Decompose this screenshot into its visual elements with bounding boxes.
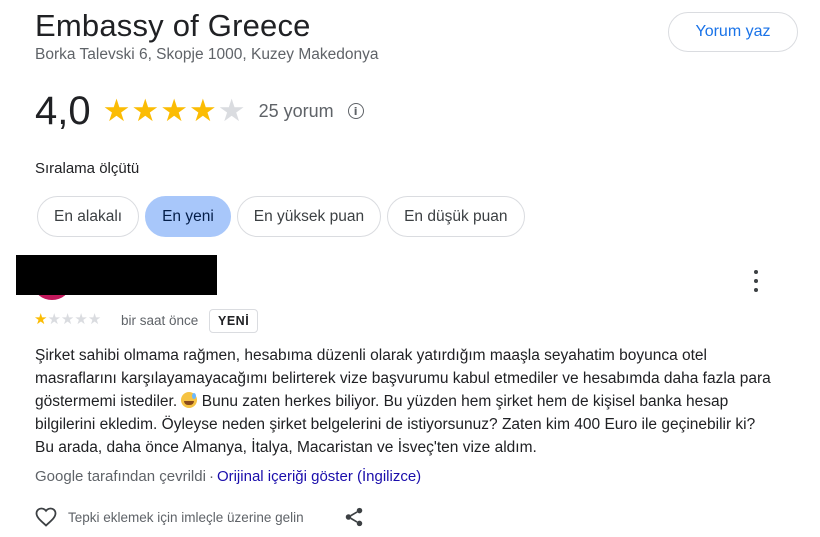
more-options-icon[interactable] [745, 268, 767, 294]
review-actions: Tepki eklemek için imleçle üzerine gelin [33, 505, 363, 529]
info-icon[interactable]: i [347, 103, 364, 119]
review-star-icon: ★ [60, 310, 75, 328]
review-star-icon: ★ [87, 310, 102, 328]
rating-stars: ★ ★ ★ ★ ★ [102, 92, 247, 129]
review-text: Şirket sahibi olmama rağmen, hesabıma dü… [35, 344, 775, 459]
write-review-button[interactable]: Yorum yaz [668, 12, 798, 52]
address: Borka Talevski 6, Skopje 1000, Kuzey Mak… [35, 46, 379, 63]
review-time: bir saat önce [121, 313, 199, 328]
sort-chip-newest[interactable]: En yeni [145, 196, 231, 237]
review-stars: ★ ★ ★ ★ ★ [34, 312, 101, 327]
redacted-reviewer-name [16, 255, 217, 295]
sort-chip-lowest[interactable]: En düşük puan [387, 196, 525, 237]
translated-by-label: Google tarafından çevrildi [35, 468, 206, 485]
sort-chips: En alakalı En yeni En yüksek puan En düş… [37, 196, 525, 237]
review-star-icon: ★ [34, 310, 48, 328]
rating-summary: 4,0 ★ ★ ★ ★ ★ 25 yorum i [35, 86, 364, 136]
page-title: Embassy of Greece [35, 8, 311, 43]
rating-star-icon: ★ [189, 92, 217, 129]
share-icon[interactable] [343, 505, 365, 529]
heart-icon[interactable] [33, 505, 59, 529]
rating-star-icon: ★ [217, 92, 246, 129]
rating-star-icon: ★ [160, 92, 188, 129]
reaction-hint: Tepki eklemek için imleçle üzerine gelin [68, 509, 304, 525]
sort-chip-highest[interactable]: En yüksek puan [236, 196, 382, 237]
separator: · [208, 468, 214, 485]
sort-label: Sıralama ölçütü [35, 160, 140, 177]
sort-chip-most-relevant[interactable]: En alakalı [37, 196, 140, 237]
translation-note: Google tarafından çevrildi · Orijinal içer… [35, 468, 421, 485]
new-badge: YENİ [209, 309, 259, 333]
show-original-link[interactable]: Orijinal içeriği göster (İngilizce) [217, 468, 421, 485]
rating-star-icon: ★ [102, 92, 131, 129]
rating-value: 4,0 [35, 88, 91, 133]
review-star-icon: ★ [74, 310, 88, 328]
grinning-sweat-emoji-icon [181, 392, 198, 408]
review-star-icon: ★ [47, 310, 61, 328]
review-count[interactable]: 25 yorum [259, 101, 334, 122]
rating-star-icon: ★ [131, 92, 160, 129]
